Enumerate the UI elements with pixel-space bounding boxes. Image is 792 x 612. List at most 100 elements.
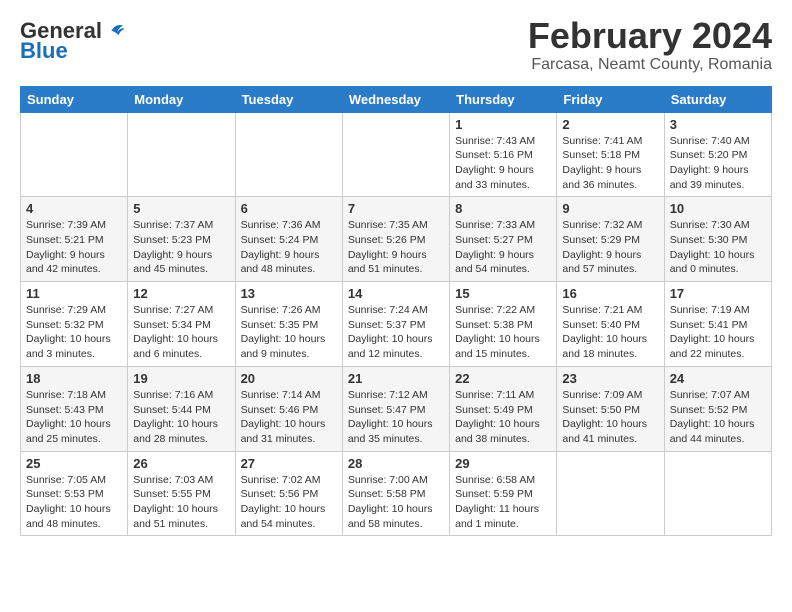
day-info: Sunrise: 7:14 AM Sunset: 5:46 PM Dayligh… [241,388,337,447]
calendar-cell [664,451,771,536]
day-info: Sunrise: 7:21 AM Sunset: 5:40 PM Dayligh… [562,303,658,362]
col-header-tuesday: Tuesday [235,86,342,112]
title-area: February 2024 Farcasa, Neamt County, Rom… [528,16,772,74]
day-number: 6 [241,201,337,216]
calendar-cell: 11 Sunrise: 7:29 AM Sunset: 5:32 PM Dayli… [21,282,128,367]
day-info: Sunrise: 7:22 AM Sunset: 5:38 PM Dayligh… [455,303,551,362]
calendar-cell: 19 Sunrise: 7:16 AM Sunset: 5:44 PM Dayli… [128,366,235,451]
subtitle: Farcasa, Neamt County, Romania [528,56,772,74]
day-number: 17 [670,286,766,301]
day-info: Sunrise: 7:27 AM Sunset: 5:34 PM Dayligh… [133,303,229,362]
day-info: Sunrise: 7:26 AM Sunset: 5:35 PM Dayligh… [241,303,337,362]
calendar-cell [21,112,128,197]
calendar-cell: 6 Sunrise: 7:36 AM Sunset: 5:24 PM Daylig… [235,197,342,282]
calendar-cell [128,112,235,197]
day-info: Sunrise: 7:41 AM Sunset: 5:18 PM Dayligh… [562,134,658,193]
day-info: Sunrise: 7:32 AM Sunset: 5:29 PM Dayligh… [562,218,658,277]
day-number: 26 [133,456,229,471]
day-number: 8 [455,201,551,216]
calendar-week-row: 25 Sunrise: 7:05 AM Sunset: 5:53 PM Dayli… [21,451,772,536]
calendar-cell: 3Sunrise: 7:40 AM Sunset: 5:20 PM Daylig… [664,112,771,197]
header: General Blue February 2024 Farcasa, Neam… [20,16,772,74]
day-info: Sunrise: 7:35 AM Sunset: 5:26 PM Dayligh… [348,218,444,277]
day-number: 11 [26,286,122,301]
day-number: 24 [670,371,766,386]
calendar-cell: 18 Sunrise: 7:18 AM Sunset: 5:43 PM Dayli… [21,366,128,451]
calendar-cell: 16 Sunrise: 7:21 AM Sunset: 5:40 PM Dayli… [557,282,664,367]
day-info: Sunrise: 7:30 AM Sunset: 5:30 PM Dayligh… [670,218,766,277]
day-info: Sunrise: 7:07 AM Sunset: 5:52 PM Dayligh… [670,388,766,447]
calendar-cell: 17 Sunrise: 7:19 AM Sunset: 5:41 PM Dayli… [664,282,771,367]
calendar-week-row: 18 Sunrise: 7:18 AM Sunset: 5:43 PM Dayli… [21,366,772,451]
day-info: Sunrise: 7:02 AM Sunset: 5:56 PM Dayligh… [241,473,337,532]
day-number: 22 [455,371,551,386]
logo-bird-icon [104,20,126,42]
main-title: February 2024 [528,16,772,56]
day-number: 4 [26,201,122,216]
calendar-week-row: 11 Sunrise: 7:29 AM Sunset: 5:32 PM Dayli… [21,282,772,367]
calendar-cell: 25 Sunrise: 7:05 AM Sunset: 5:53 PM Dayli… [21,451,128,536]
logo-blue-text: Blue [20,40,68,62]
day-info: Sunrise: 7:29 AM Sunset: 5:32 PM Dayligh… [26,303,122,362]
day-info: Sunrise: 7:03 AM Sunset: 5:55 PM Dayligh… [133,473,229,532]
calendar-cell: 27 Sunrise: 7:02 AM Sunset: 5:56 PM Dayli… [235,451,342,536]
calendar-cell: 21Sunrise: 7:12 AM Sunset: 5:47 PM Dayli… [342,366,449,451]
day-number: 20 [241,371,337,386]
day-info: Sunrise: 7:37 AM Sunset: 5:23 PM Dayligh… [133,218,229,277]
day-info: Sunrise: 7:09 AM Sunset: 5:50 PM Dayligh… [562,388,658,447]
calendar-header-row: SundayMondayTuesdayWednesdayThursdayFrid… [21,86,772,112]
calendar-cell: 28 Sunrise: 7:00 AM Sunset: 5:58 PM Dayli… [342,451,449,536]
day-number: 27 [241,456,337,471]
logo: General Blue [20,20,126,62]
calendar-cell [557,451,664,536]
calendar-cell: 24 Sunrise: 7:07 AM Sunset: 5:52 PM Dayli… [664,366,771,451]
calendar-cell: 10Sunrise: 7:30 AM Sunset: 5:30 PM Dayli… [664,197,771,282]
day-number: 2 [562,117,658,132]
col-header-thursday: Thursday [450,86,557,112]
day-info: Sunrise: 7:40 AM Sunset: 5:20 PM Dayligh… [670,134,766,193]
day-number: 7 [348,201,444,216]
day-info: Sunrise: 7:36 AM Sunset: 5:24 PM Dayligh… [241,218,337,277]
day-info: Sunrise: 7:16 AM Sunset: 5:44 PM Dayligh… [133,388,229,447]
day-number: 25 [26,456,122,471]
calendar-week-row: 1Sunrise: 7:43 AM Sunset: 5:16 PM Daylig… [21,112,772,197]
day-info: Sunrise: 7:19 AM Sunset: 5:41 PM Dayligh… [670,303,766,362]
day-info: Sunrise: 7:18 AM Sunset: 5:43 PM Dayligh… [26,388,122,447]
calendar-cell: 7 Sunrise: 7:35 AM Sunset: 5:26 PM Daylig… [342,197,449,282]
day-info: Sunrise: 7:11 AM Sunset: 5:49 PM Dayligh… [455,388,551,447]
day-info: Sunrise: 7:24 AM Sunset: 5:37 PM Dayligh… [348,303,444,362]
col-header-sunday: Sunday [21,86,128,112]
calendar-cell: 15 Sunrise: 7:22 AM Sunset: 5:38 PM Dayli… [450,282,557,367]
calendar-cell: 4 Sunrise: 7:39 AM Sunset: 5:21 PM Daylig… [21,197,128,282]
calendar-cell: 20 Sunrise: 7:14 AM Sunset: 5:46 PM Dayli… [235,366,342,451]
calendar-cell [235,112,342,197]
calendar-cell: 8 Sunrise: 7:33 AM Sunset: 5:27 PM Daylig… [450,197,557,282]
day-number: 13 [241,286,337,301]
day-info: Sunrise: 7:39 AM Sunset: 5:21 PM Dayligh… [26,218,122,277]
calendar-cell: 26 Sunrise: 7:03 AM Sunset: 5:55 PM Dayli… [128,451,235,536]
day-info: Sunrise: 6:58 AM Sunset: 5:59 PM Dayligh… [455,473,551,532]
calendar-cell: 9 Sunrise: 7:32 AM Sunset: 5:29 PM Daylig… [557,197,664,282]
calendar-table: SundayMondayTuesdayWednesdayThursdayFrid… [20,86,772,537]
calendar-cell: 2 Sunrise: 7:41 AM Sunset: 5:18 PM Daylig… [557,112,664,197]
col-header-monday: Monday [128,86,235,112]
calendar-cell: 1Sunrise: 7:43 AM Sunset: 5:16 PM Daylig… [450,112,557,197]
day-number: 14 [348,286,444,301]
day-number: 23 [562,371,658,386]
day-number: 19 [133,371,229,386]
day-number: 21 [348,371,444,386]
calendar-cell: 23 Sunrise: 7:09 AM Sunset: 5:50 PM Dayli… [557,366,664,451]
day-number: 16 [562,286,658,301]
day-number: 15 [455,286,551,301]
day-info: Sunrise: 7:33 AM Sunset: 5:27 PM Dayligh… [455,218,551,277]
day-number: 9 [562,201,658,216]
day-info: Sunrise: 7:00 AM Sunset: 5:58 PM Dayligh… [348,473,444,532]
col-header-wednesday: Wednesday [342,86,449,112]
day-number: 28 [348,456,444,471]
day-number: 18 [26,371,122,386]
calendar-week-row: 4 Sunrise: 7:39 AM Sunset: 5:21 PM Daylig… [21,197,772,282]
calendar-cell: 13 Sunrise: 7:26 AM Sunset: 5:35 PM Dayli… [235,282,342,367]
calendar-cell: 14 Sunrise: 7:24 AM Sunset: 5:37 PM Dayli… [342,282,449,367]
day-info: Sunrise: 7:05 AM Sunset: 5:53 PM Dayligh… [26,473,122,532]
calendar-cell: 12Sunrise: 7:27 AM Sunset: 5:34 PM Dayli… [128,282,235,367]
